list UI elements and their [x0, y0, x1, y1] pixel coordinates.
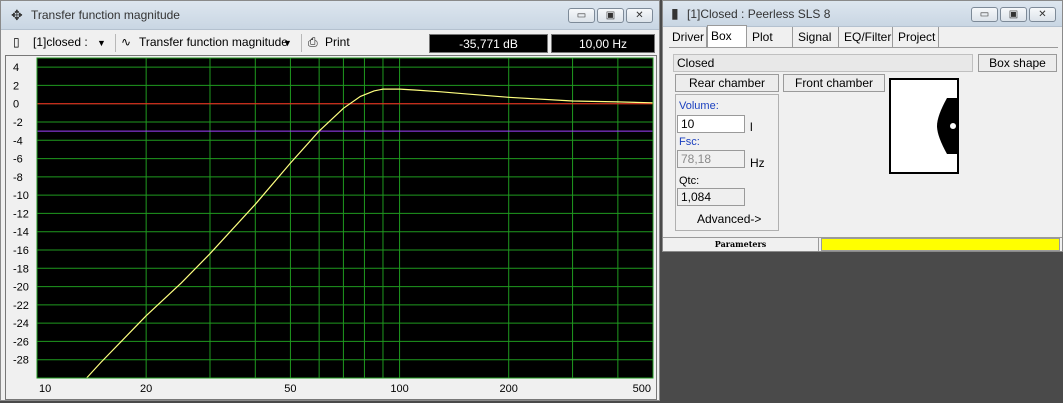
volume-input[interactable]: 10 [677, 115, 745, 133]
fsc-field: 78,18 [677, 150, 745, 168]
y-tick-label: -2 [13, 117, 23, 129]
tf-window-title: Transfer function magnitude [31, 8, 180, 22]
y-tick-label: -10 [13, 190, 29, 202]
transfer-function-chart: 420-2-4-6-8-10-12-14-16-18-20-22-24-26-2… [13, 57, 654, 395]
transfer-function-window: ✥ Transfer function magnitude ▭ ▣ ✕ ▯ [1… [0, 0, 660, 401]
box-shape-button[interactable]: Box shape [978, 54, 1057, 72]
printer-icon[interactable]: ⎙ [308, 35, 318, 50]
box-type-field: Closed [673, 54, 973, 72]
qtc-field: 1,084 [677, 188, 745, 206]
crosshair-icon: ✥ [11, 7, 23, 23]
box-shape-preview [889, 78, 959, 174]
tf-toolbar: ▯ [1]closed : ▼ ∿ Transfer function magn… [5, 31, 655, 55]
y-tick-label: -12 [13, 208, 29, 220]
tf-titlebar[interactable]: ✥ Transfer function magnitude ▭ ▣ ✕ [1, 1, 659, 30]
x-tick-label: 20 [140, 383, 152, 395]
status-bar: Parameters [663, 237, 1062, 251]
y-tick-label: -14 [13, 227, 29, 239]
y-tick-label: -18 [13, 263, 29, 275]
chevron-down-icon[interactable]: ▼ [283, 38, 292, 48]
y-tick-label: -28 [13, 355, 29, 367]
x-tick-label: 50 [284, 383, 296, 395]
y-tick-label: -16 [13, 245, 29, 257]
rear-chamber-button[interactable]: Rear chamber [675, 74, 779, 92]
y-tick-label: 0 [13, 99, 19, 111]
y-tick-label: 4 [13, 62, 19, 74]
close-button[interactable]: ✕ [1029, 7, 1056, 22]
y-tick-label: -26 [13, 336, 29, 348]
box-titlebar[interactable]: ▮ [1]Closed : Peerless SLS 8 ▭ ▣ ✕ [663, 1, 1062, 27]
project-select[interactable]: [1]closed : [33, 35, 88, 49]
fsc-label: Fsc: [679, 136, 700, 148]
document-icon: ▮ [671, 5, 679, 21]
status-label: Parameters [663, 238, 819, 251]
y-tick-label: -6 [13, 154, 23, 166]
tab-project[interactable]: Project [895, 27, 939, 47]
y-tick-label: -24 [13, 318, 29, 330]
y-tick-label: -4 [13, 135, 23, 147]
minimize-button[interactable]: ▭ [971, 7, 998, 22]
y-tick-label: -22 [13, 300, 29, 312]
chevron-down-icon[interactable]: ▼ [97, 38, 106, 48]
tab-plot[interactable]: Plot [749, 27, 793, 47]
minimize-button[interactable]: ▭ [568, 8, 595, 23]
speaker-driver-icon [937, 98, 957, 154]
box-window-title: [1]Closed : Peerless SLS 8 [687, 7, 831, 21]
box-window: ▮ [1]Closed : Peerless SLS 8 ▭ ▣ ✕ Drive… [662, 0, 1063, 252]
y-tick-label: -20 [13, 282, 29, 294]
hz-readout: 10,00 Hz [551, 34, 655, 53]
maximize-button[interactable]: ▣ [1000, 7, 1027, 22]
wave-icon: ∿ [121, 35, 132, 49]
front-chamber-button[interactable]: Front chamber [783, 74, 885, 92]
volume-label: Volume: [679, 100, 719, 112]
x-tick-label: 500 [633, 383, 651, 395]
x-tick-label: 10 [39, 383, 51, 395]
fsc-unit: Hz [750, 156, 765, 170]
volume-unit: l [750, 120, 753, 134]
qtc-label: Qtc: [679, 175, 700, 187]
tab-box[interactable]: Box [707, 25, 747, 47]
graph-select[interactable]: Transfer function magnitude [139, 35, 288, 49]
y-tick-label: -8 [13, 172, 23, 184]
print-button[interactable]: Print [325, 35, 350, 49]
tab-signal[interactable]: Signal [795, 27, 839, 47]
status-indicator [821, 238, 1060, 251]
plot-background [37, 58, 653, 378]
db-readout: -35,771 dB [429, 34, 548, 53]
document-icon: ▯ [13, 35, 20, 49]
advanced-button[interactable]: Advanced-> [697, 212, 761, 226]
tab-eq-filter[interactable]: EQ/Filter [841, 27, 893, 47]
plot-area[interactable]: 4 2 0 -2 -4 -6 -8 -10 -12 -14 -16 -18 -20 -22 -24 -26 -2… [5, 55, 657, 400]
y-tick-label: 2 [13, 80, 19, 92]
tab-driver[interactable]: Driver [669, 27, 707, 47]
x-tick-label: 200 [500, 383, 518, 395]
close-button[interactable]: ✕ [626, 8, 653, 23]
maximize-button[interactable]: ▣ [597, 8, 624, 23]
x-tick-label: 100 [390, 383, 408, 395]
